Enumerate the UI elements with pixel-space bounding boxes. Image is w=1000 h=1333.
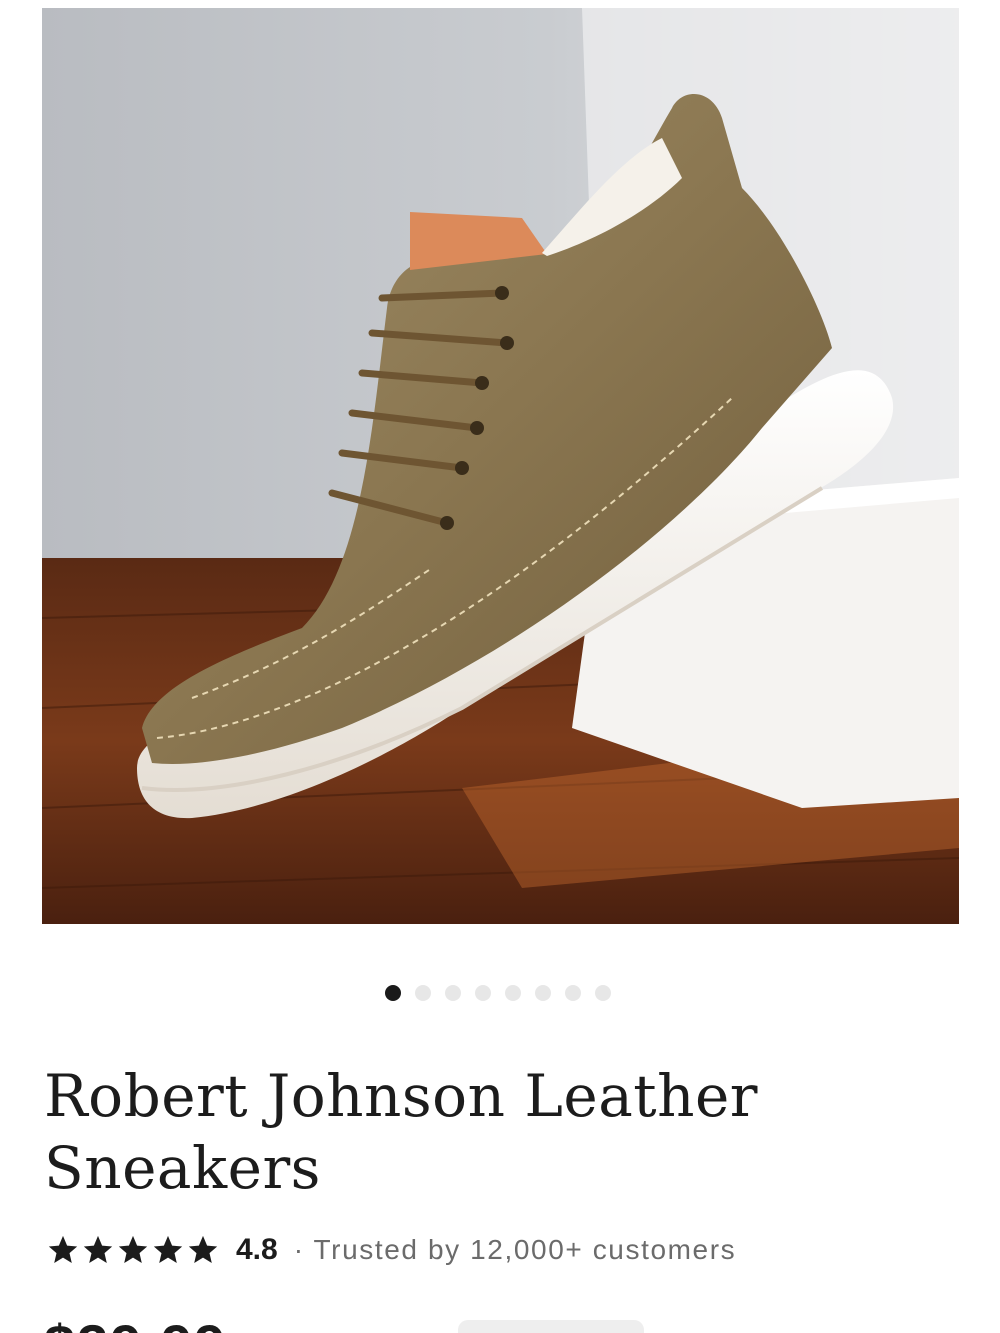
carousel-dot[interactable] <box>505 985 521 1001</box>
carousel-dot[interactable] <box>385 985 401 1001</box>
rating-value: 4.8 <box>236 1233 278 1266</box>
carousel-dots <box>385 985 611 1001</box>
star-icon <box>188 1235 218 1264</box>
star-rating[interactable] <box>46 1233 220 1267</box>
star-icon <box>153 1235 183 1264</box>
product-title: Robert Johnson Leather Sneakers <box>44 1062 758 1202</box>
star-icon <box>48 1235 78 1264</box>
carousel-dot[interactable] <box>445 985 461 1001</box>
carousel-dot[interactable] <box>595 985 611 1001</box>
sneaker-photo-icon <box>42 8 959 924</box>
product-image[interactable] <box>42 8 959 924</box>
product-price: $39.99 <box>44 1312 227 1333</box>
trust-text: · Trusted by 12,000+ customers <box>293 1234 737 1265</box>
discount-badge <box>458 1320 644 1333</box>
rating-row: 4.8 · Trusted by 12,000+ customers <box>46 1230 736 1270</box>
carousel-dot[interactable] <box>475 985 491 1001</box>
carousel-dot[interactable] <box>535 985 551 1001</box>
star-icon <box>83 1235 113 1264</box>
product-page: Robert Johnson Leather Sneakers 4.8 · Tr… <box>0 0 1000 1333</box>
star-icon <box>118 1235 148 1264</box>
carousel-dot[interactable] <box>565 985 581 1001</box>
carousel-dot[interactable] <box>415 985 431 1001</box>
